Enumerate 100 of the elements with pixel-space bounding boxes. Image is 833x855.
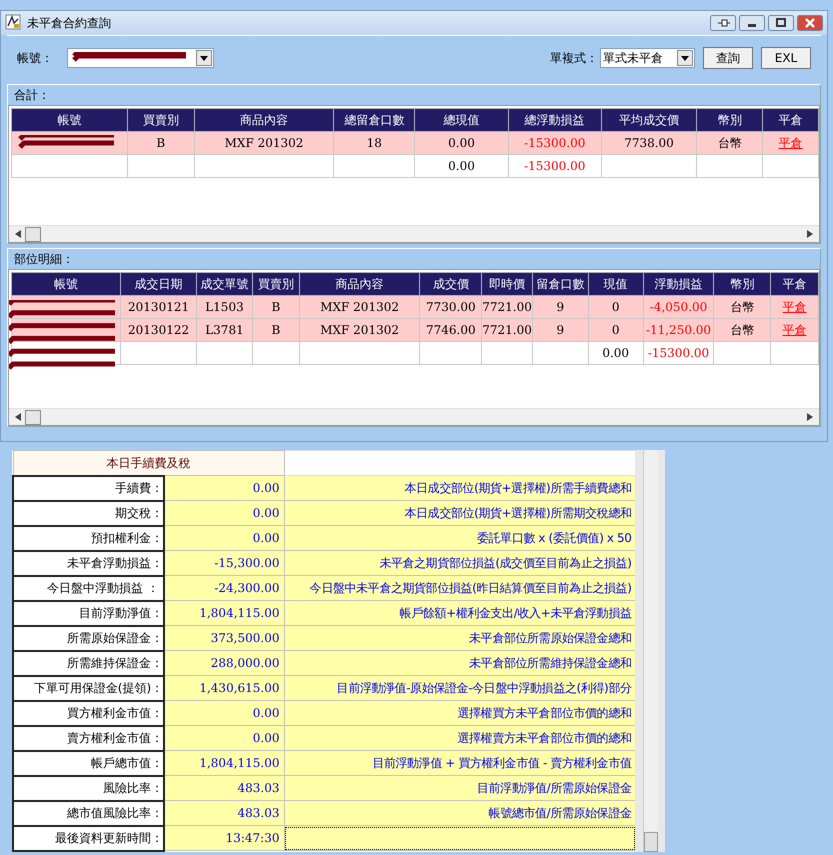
column-header[interactable]: 現值 bbox=[588, 272, 644, 296]
account-dropdown[interactable] bbox=[67, 48, 214, 68]
column-header[interactable]: 買賣別 bbox=[127, 108, 194, 132]
description-cell: 選擇權買方未平倉部位市價的總和 bbox=[284, 700, 635, 726]
query-button[interactable]: 查詢 bbox=[703, 47, 753, 69]
scroll-left-icon bbox=[15, 230, 21, 238]
row-label: 所需原始保證金 : bbox=[13, 626, 164, 650]
table-cell: 0.00 bbox=[414, 154, 508, 178]
table-cell: 0.00 bbox=[164, 500, 284, 526]
table-cell: -24,300.00 bbox=[164, 576, 284, 600]
column-header[interactable]: 幣別 bbox=[696, 108, 763, 132]
table-cell: 0.00 bbox=[414, 132, 508, 154]
table-cell: 288,000.00 bbox=[164, 650, 284, 676]
row-label: 所需維持保證金 : bbox=[13, 650, 164, 676]
table-cell: 7746.00 bbox=[420, 318, 482, 342]
horizontal-scrollbar[interactable] bbox=[9, 408, 819, 425]
table-cell: 1,804,115.00 bbox=[164, 750, 284, 776]
export-button[interactable]: EXL bbox=[761, 47, 811, 69]
table-cell: L3781 bbox=[196, 318, 252, 342]
column-header[interactable]: 總現值 bbox=[414, 108, 508, 132]
row-label: 最後資料更新時間 : bbox=[13, 826, 164, 850]
column-header[interactable]: 平倉 bbox=[770, 272, 818, 296]
column-header[interactable]: 總留倉口數 bbox=[334, 108, 415, 132]
table-cell: 7730.00 bbox=[420, 296, 482, 318]
window-title: 未平倉合約查詢 bbox=[27, 14, 112, 32]
table-cell: 7738.00 bbox=[601, 132, 697, 154]
row-label: 預扣權利金 : bbox=[13, 526, 164, 550]
column-header[interactable]: 成交日期 bbox=[120, 272, 196, 296]
description-cell: 目前浮動淨值-原始保證金-今日盤中浮動損益之(利得)部分 bbox=[284, 676, 635, 700]
pin-icon[interactable] bbox=[710, 15, 736, 31]
table-cell: -15,300.00 bbox=[164, 550, 284, 576]
section-title: 本日手續費及稅 bbox=[13, 450, 284, 476]
table-cell: -15300.00 bbox=[508, 132, 602, 154]
column-header[interactable]: 平倉 bbox=[762, 108, 818, 132]
column-header[interactable]: 商品內容 bbox=[299, 272, 420, 296]
table-cell: -11,250.00 bbox=[643, 318, 714, 342]
table-cell: B bbox=[252, 318, 300, 342]
maximize-icon[interactable] bbox=[768, 15, 794, 31]
scrollbar-thumb[interactable] bbox=[644, 832, 658, 852]
table-cell: 483.03 bbox=[164, 800, 284, 826]
table-cell: 0.00 bbox=[588, 342, 644, 364]
table-cell: 483.03 bbox=[164, 776, 284, 800]
dropdown-arrow-icon bbox=[200, 56, 208, 60]
section-title: 合計： bbox=[14, 86, 50, 104]
row-label: 總市值風險比率 : bbox=[13, 800, 164, 826]
mode-dropdown[interactable]: 單式未平倉 bbox=[600, 48, 695, 68]
table-cell: 7721.00 bbox=[482, 296, 532, 318]
section-title: 部位明細： bbox=[14, 250, 74, 268]
table-cell: MXF 201302 bbox=[299, 318, 420, 342]
table-cell: 0.00 bbox=[164, 700, 284, 726]
table-cell: 0 bbox=[588, 296, 644, 318]
minimize-icon[interactable] bbox=[739, 15, 765, 31]
column-header[interactable]: 帳號 bbox=[12, 108, 128, 132]
scrollbar-thumb[interactable] bbox=[25, 226, 41, 242]
column-header[interactable]: 帳號 bbox=[12, 272, 121, 296]
description-cell: 委託單口數 x (委託價值) x 50 bbox=[284, 526, 635, 550]
column-header[interactable]: 成交單號 bbox=[196, 272, 252, 296]
table-cell: 373,500.00 bbox=[164, 626, 284, 650]
description-cell: 本日成交部位(期貨+選擇權)所需手續費總和 bbox=[284, 476, 635, 500]
table-cell: 0.00 bbox=[164, 476, 284, 500]
mode-label: 單複式： bbox=[550, 50, 598, 66]
description-cell: 目前浮動淨值 + 買方權利金市值 - 賣方權利金市值 bbox=[284, 750, 635, 776]
column-header[interactable]: 幣別 bbox=[714, 272, 771, 296]
scroll-right-icon bbox=[807, 413, 813, 421]
table-cell: 18 bbox=[334, 132, 415, 154]
app-icon bbox=[5, 14, 21, 30]
table-cell: 7721.00 bbox=[482, 318, 532, 342]
column-header[interactable]: 總浮動損益 bbox=[508, 108, 602, 132]
horizontal-scrollbar[interactable] bbox=[9, 225, 819, 242]
description-cell: 未平倉之期貨部位損益(成交價至目前為止之損益) bbox=[284, 550, 635, 576]
column-header[interactable]: 商品內容 bbox=[194, 108, 334, 132]
description-cell: 帳號總市值/所需原始保證金 bbox=[284, 800, 635, 826]
column-header[interactable]: 浮動損益 bbox=[643, 272, 714, 296]
table-cell: -15300.00 bbox=[643, 342, 714, 364]
table-cell: 20130121 bbox=[120, 296, 196, 318]
table-cell: 0.00 bbox=[164, 726, 284, 750]
vertical-scrollbar[interactable] bbox=[642, 450, 658, 852]
table-cell: L1503 bbox=[196, 296, 252, 318]
scroll-left-icon bbox=[15, 413, 21, 421]
column-header[interactable]: 買賣別 bbox=[252, 272, 300, 296]
row-label: 賣方權利金市值 : bbox=[13, 726, 164, 750]
table-cell: 0.00 bbox=[164, 526, 284, 550]
column-header[interactable]: 成交價 bbox=[420, 272, 482, 296]
table-cell: 1,804,115.00 bbox=[164, 600, 284, 626]
description-cell: 目前浮動淨值/所需原始保證金 bbox=[284, 776, 635, 800]
row-label: 風險比率 : bbox=[13, 776, 164, 800]
description-cell: 選擇權賣方未平倉部位市價的總和 bbox=[284, 726, 635, 750]
row-label: 期交稅 : bbox=[13, 500, 164, 526]
column-header[interactable]: 即時價 bbox=[482, 272, 532, 296]
scroll-right-icon bbox=[807, 230, 813, 238]
table-cell: -15300.00 bbox=[508, 154, 602, 178]
table-cell: 9 bbox=[532, 318, 588, 342]
scrollbar-thumb[interactable] bbox=[25, 410, 41, 424]
column-header[interactable]: 平均成交價 bbox=[601, 108, 697, 132]
close-icon[interactable] bbox=[797, 15, 823, 31]
row-label: 帳戶總市值 : bbox=[13, 750, 164, 776]
table-cell: MXF 201302 bbox=[299, 296, 420, 318]
row-label: 買方權利金市值 : bbox=[13, 700, 164, 726]
column-header[interactable]: 留倉口數 bbox=[532, 272, 588, 296]
table-cell: 20130122 bbox=[120, 318, 196, 342]
